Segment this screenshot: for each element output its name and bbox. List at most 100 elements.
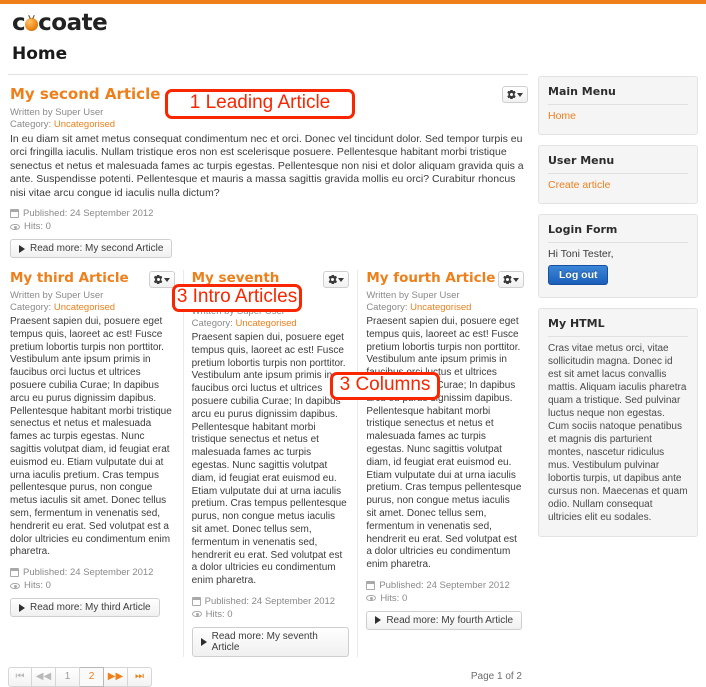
readmore-label: Read more: My second Article <box>30 243 164 255</box>
published-text: Published: 24 September 2012 <box>23 567 154 579</box>
intro-article-published: Published: 24 September 2012 <box>8 566 175 579</box>
intro-article-hits: Hits: 0 <box>8 579 175 592</box>
eye-icon <box>10 582 20 589</box>
page-counter: Page 1 of 2 <box>470 671 522 683</box>
chevron-down-icon <box>513 277 519 282</box>
hits-text: Hits: 0 <box>24 580 51 592</box>
module-login-form: Login Form Hi Toni Tester, Log out <box>538 214 698 298</box>
eye-icon <box>366 595 377 602</box>
annotation-leading-article: 1 Leading Article <box>165 89 355 119</box>
calendar-icon <box>10 209 19 219</box>
intro-article-published: Published: 24 September 2012 <box>190 595 350 608</box>
leading-article-published: Published: 24 September 2012 <box>8 207 528 220</box>
calendar-icon <box>191 596 201 606</box>
intro-article-author: Written by Super User <box>10 290 104 302</box>
intro-article-published: Published: 24 September 2012 <box>364 579 524 592</box>
module-my-html: My HTML Cras vitae metus orci, vitae sol… <box>538 308 698 537</box>
login-greeting: Hi Toni Tester, <box>548 248 614 260</box>
module-title: My HTML <box>548 317 688 337</box>
gear-icon <box>154 275 163 284</box>
intro-article-readmore-button[interactable]: Read more: My seventh Article <box>191 626 350 657</box>
readmore-label: Read more: My fourth Article <box>386 614 514 626</box>
logo-ball-icon <box>25 17 39 31</box>
sidebar: Main Menu Home User Menu Create article … <box>538 74 698 547</box>
arrow-right-icon <box>200 637 207 646</box>
pagination-last-button[interactable]: ⏭ <box>128 666 152 687</box>
site-logo[interactable]: c coate <box>8 4 698 38</box>
content-divider <box>8 74 528 75</box>
hits-text: Hits: 0 <box>205 608 233 620</box>
page-title: Home <box>12 44 68 64</box>
leading-article-category: Category: Uncategorised <box>8 119 528 131</box>
intro-article-readmore-button[interactable]: Read more: My third Article <box>10 598 160 618</box>
gear-icon <box>507 90 516 99</box>
category-label: Category: <box>10 119 52 130</box>
intro-article-category: Category: Uncategorised <box>190 318 350 330</box>
leading-article-options-button[interactable] <box>502 86 528 103</box>
intro-article-category: Category: Uncategorised <box>8 302 175 314</box>
module-title: Main Menu <box>548 85 688 105</box>
category-link[interactable]: Uncategorised <box>54 119 115 130</box>
intro-article-title[interactable]: My fourth Article <box>364 270 495 290</box>
published-text: Published: 24 September 2012 <box>204 595 336 607</box>
module-title: User Menu <box>548 154 688 174</box>
category-link[interactable]: Uncategorised <box>54 302 115 313</box>
leading-article-title[interactable]: My second Article <box>8 85 160 107</box>
chevron-down-icon <box>517 92 523 97</box>
module-body-text: Cras vitae metus orci, vitae sollicitudi… <box>548 343 688 523</box>
chevron-down-icon <box>163 277 170 282</box>
category-link[interactable]: Uncategorised <box>410 302 471 313</box>
chevron-down-icon <box>338 277 345 282</box>
pagination-prev-button[interactable]: ◀◀ <box>32 666 56 687</box>
category-label: Category: <box>10 302 52 314</box>
intro-article-hits: Hits: 0 <box>190 608 350 621</box>
published-text: Published: 24 September 2012 <box>23 208 154 220</box>
intro-article-header: My third Article <box>8 270 175 290</box>
logo-text-prefix: c <box>12 10 26 36</box>
intro-article-options-button[interactable] <box>498 271 524 289</box>
logo-text-suffix: coate <box>38 10 108 36</box>
arrow-right-icon <box>19 244 25 253</box>
pagination-page-1[interactable]: 1 <box>56 666 80 687</box>
sidebar-item-home[interactable]: Home <box>548 110 688 122</box>
eye-icon <box>191 611 202 618</box>
category-label: Category: <box>191 318 233 330</box>
intro-article-readmore-button[interactable]: Read more: My fourth Article <box>366 610 523 630</box>
intro-articles-columns: My third Article Written by Super User C… <box>8 270 528 657</box>
intro-article-options-button[interactable] <box>323 271 350 289</box>
arrow-right-icon <box>19 603 25 612</box>
hits-text: Hits: 0 <box>24 221 51 233</box>
intro-article-body: Praesent sapien dui, posuere eget tempus… <box>191 332 347 587</box>
module-title: Login Form <box>548 223 688 243</box>
intro-article-options-button[interactable] <box>148 271 175 289</box>
intro-article-body: Praesent sapien dui, posuere eget tempus… <box>10 316 172 558</box>
sidebar-item-create-article[interactable]: Create article <box>548 179 688 191</box>
intro-article-column-2: My seventh Article Written by Super User… <box>182 270 354 657</box>
pagination-first-button[interactable]: ⏮ <box>8 666 32 687</box>
intro-article-author: Written by Super User <box>366 290 460 302</box>
gear-icon <box>328 275 337 284</box>
leading-article-readmore-button[interactable]: Read more: My second Article <box>10 239 173 259</box>
pagination-next-button[interactable]: ▶▶ <box>104 666 128 687</box>
readmore-label: Read more: My third Article <box>30 602 151 614</box>
intro-article-header: My fourth Article <box>364 270 524 290</box>
category-label: Category: <box>366 302 408 314</box>
intro-article-hits: Hits: 0 <box>364 592 524 605</box>
calendar-icon <box>366 580 376 590</box>
pagination: ⏮ ◀◀ 1 2 ▶▶ ⏭ <box>8 666 152 687</box>
intro-article-category: Category: Uncategorised <box>364 302 524 314</box>
annotation-columns: 3 Columns <box>330 372 440 400</box>
intro-article-column-3: My fourth Article Written by Super User … <box>357 270 528 657</box>
leading-article-hits: Hits: 0 <box>8 220 528 233</box>
logout-button[interactable]: Log out <box>548 265 609 285</box>
intro-article-column-1: My third Article Written by Super User C… <box>8 270 179 657</box>
hits-text: Hits: 0 <box>380 592 408 604</box>
category-link[interactable]: Uncategorised <box>235 318 296 329</box>
content-area: My second Article Written by Super User … <box>8 74 528 687</box>
arrow-right-icon <box>375 616 382 625</box>
intro-article-body: Praesent sapien dui, posuere eget tempus… <box>366 316 522 571</box>
calendar-icon <box>10 568 19 578</box>
leading-article-body: In eu diam sit amet metus consequat cond… <box>10 133 524 199</box>
intro-article-title[interactable]: My third Article <box>8 270 129 290</box>
pagination-page-2[interactable]: 2 <box>80 666 104 687</box>
